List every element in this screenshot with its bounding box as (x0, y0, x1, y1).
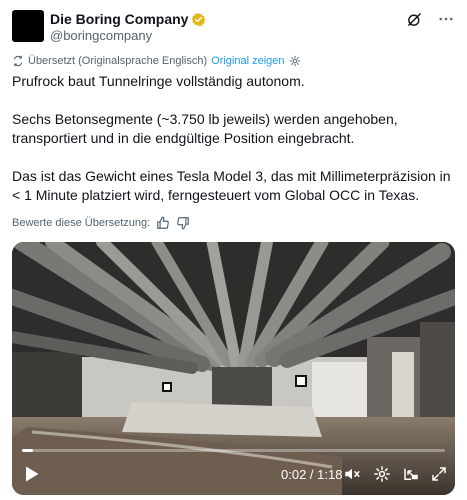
video-progress-bar[interactable] (22, 449, 445, 452)
thumbs-down-icon[interactable] (176, 216, 190, 230)
tweet-paragraph: Sechs Betonsegmente (~3.750 lb jeweils) … (12, 111, 398, 146)
translation-label: Übersetzt (Originalsprache Englisch) (28, 55, 208, 67)
picture-in-picture-icon[interactable] (402, 465, 420, 483)
rate-translation: Bewerte diese Übersetzung: (12, 216, 190, 230)
volume-icon[interactable] (343, 465, 361, 483)
video-player[interactable]: 0:02 / 1:18 (12, 242, 455, 495)
settings-gear-icon[interactable] (289, 55, 301, 67)
author-name-row: Die Boring Company (50, 11, 206, 27)
video-progress-fill (22, 449, 33, 452)
thumbs-up-icon[interactable] (156, 216, 170, 230)
video-controls: 0:02 / 1:18 (12, 462, 455, 488)
avatar[interactable] (12, 10, 44, 42)
translate-icon (12, 55, 24, 67)
translation-notice: Übersetzt (Originalsprache Englisch) Ori… (12, 55, 301, 67)
header-actions (405, 10, 455, 28)
gear-icon[interactable] (373, 465, 391, 483)
rate-translation-label: Bewerte diese Übersetzung: (12, 217, 151, 229)
fullscreen-icon[interactable] (430, 465, 448, 483)
author-name[interactable]: Die Boring Company (50, 11, 188, 27)
grok-icon[interactable] (405, 10, 423, 28)
play-icon[interactable] (24, 465, 40, 483)
tweet-text: Prufrock baut Tunnelringe vollständig au… (12, 72, 452, 224)
video-frame (12, 242, 455, 495)
more-options-icon[interactable] (437, 10, 455, 28)
show-original-link[interactable]: Original zeigen (211, 55, 284, 67)
author-handle[interactable]: @boringcompany (50, 28, 152, 43)
tweet-paragraph: Prufrock baut Tunnelringe vollständig au… (12, 73, 305, 89)
verified-badge-icon[interactable] (191, 12, 206, 27)
tweet-paragraph: Das ist das Gewicht eines Tesla Model 3,… (12, 168, 451, 203)
tweet-header: Die Boring Company @boringcompany (12, 10, 455, 44)
video-timecode: 0:02 / 1:18 (281, 467, 343, 482)
